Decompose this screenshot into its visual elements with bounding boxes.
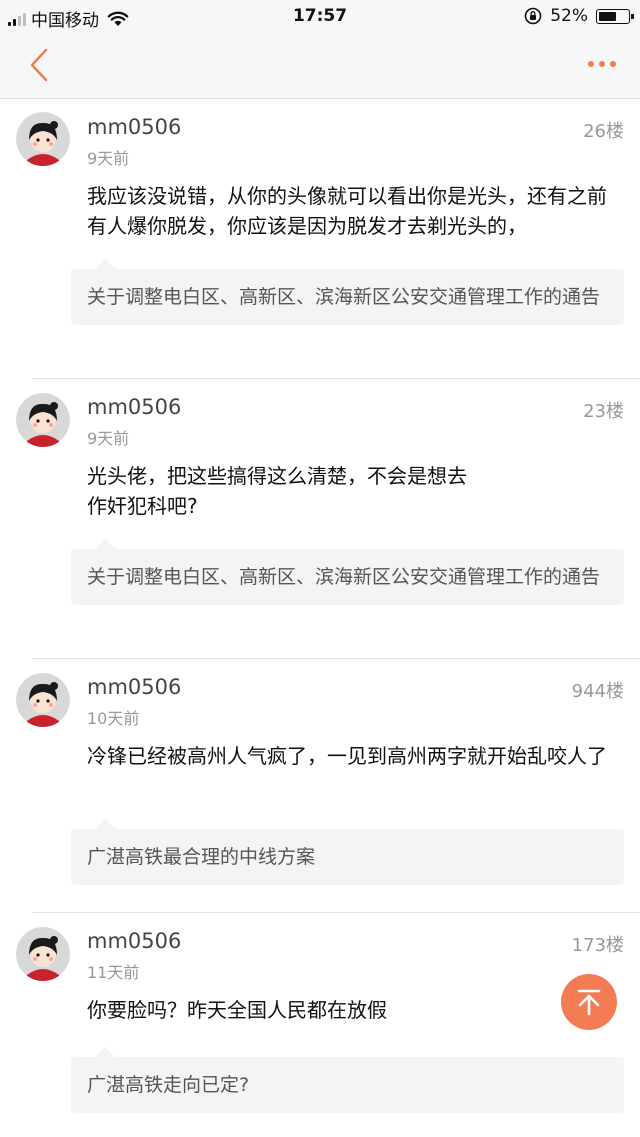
rotation-lock-icon <box>524 7 542 25</box>
battery-percent: 52% <box>550 6 588 26</box>
back-button[interactable] <box>22 46 62 86</box>
more-dots-icon <box>588 61 594 67</box>
username[interactable]: mm0506 <box>87 929 181 953</box>
status-bar: 中国移动 17:57 52% <box>0 0 640 34</box>
scroll-to-top-button[interactable] <box>561 974 617 1030</box>
reply-content: 我应该没说错，从你的头像就可以看出你是光头，还有之前有人爆你脱发，你应该是因为脱… <box>87 184 607 238</box>
avatar-image <box>16 112 70 166</box>
avatar[interactable] <box>16 112 70 166</box>
avatar[interactable] <box>16 393 70 447</box>
status-right: 52% <box>524 6 634 26</box>
avatar[interactable] <box>16 673 70 727</box>
quoted-thread[interactable]: 广湛高铁最合理的中线方案 <box>71 819 624 885</box>
nav-bar <box>0 34 640 99</box>
quoted-thread[interactable]: 关于调整电白区、高新区、滨海新区公安交通管理工作的通告 <box>71 259 624 325</box>
scroll-to-top-icon <box>577 989 601 1016</box>
avatar-image <box>16 673 70 727</box>
floor-number: 944楼 <box>571 681 624 702</box>
post-time: 11天前 <box>87 963 140 982</box>
list-item: mm0506 944楼 10天前 冷锋已经被高州人气疯了，一见到高州两字就开始乱… <box>0 659 640 913</box>
list-item: mm0506 26楼 9天前 我应该没说错，从你的头像就可以看出你是光头，还有之… <box>0 99 640 379</box>
username[interactable]: mm0506 <box>87 675 181 699</box>
list-item: mm0506 23楼 9天前 光头佬，把这些搞得这么清楚，不会是想去 作奸犯科吧… <box>0 379 640 659</box>
avatar-image <box>16 393 70 447</box>
avatar-image <box>16 927 70 981</box>
quoted-thread[interactable]: 广湛高铁走向已定? <box>71 1047 624 1113</box>
floor-number: 26楼 <box>583 121 624 142</box>
username[interactable]: mm0506 <box>87 115 181 139</box>
post-time: 9天前 <box>87 429 130 448</box>
battery-icon <box>596 8 634 24</box>
chevron-left-icon <box>30 48 48 82</box>
username[interactable]: mm0506 <box>87 395 181 419</box>
floor-number: 173楼 <box>571 935 624 956</box>
quoted-thread[interactable]: 关于调整电白区、高新区、滨海新区公安交通管理工作的通告 <box>71 539 624 605</box>
reply-content: 你要脸吗？昨天全国人民都在放假 <box>87 998 387 1022</box>
floor-number: 23楼 <box>583 401 624 422</box>
avatar[interactable] <box>16 927 70 981</box>
more-button[interactable] <box>584 52 620 76</box>
list-item: mm0506 173楼 11天前 你要脸吗？昨天全国人民都在放假 广湛高铁走向已… <box>0 913 640 1137</box>
post-time: 10天前 <box>87 709 140 728</box>
reply-content: 光头佬，把这些搞得这么清楚，不会是想去 作奸犯科吧? <box>87 464 467 518</box>
post-time: 9天前 <box>87 149 130 168</box>
reply-content: 冷锋已经被高州人气疯了，一见到高州两字就开始乱咬人了 <box>87 744 607 768</box>
